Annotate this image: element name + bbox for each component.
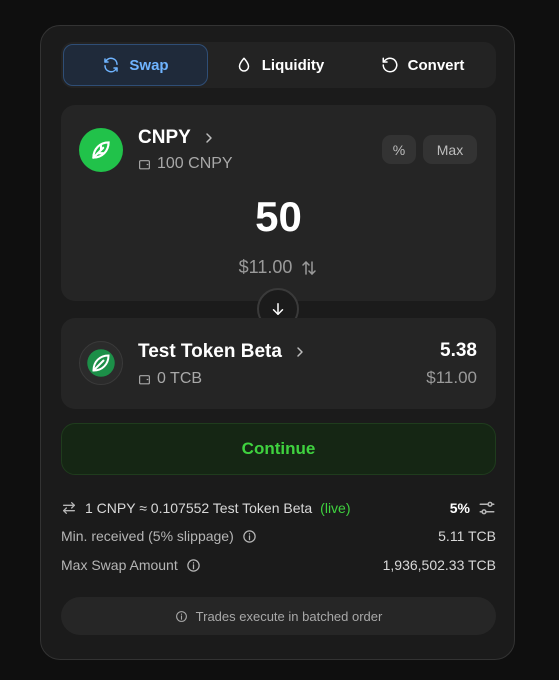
max-button[interactable]: Max: [423, 135, 477, 164]
chevron-right-icon: [292, 344, 308, 360]
toggle-currency-icon[interactable]: [300, 259, 318, 277]
tab-liquidity-label: Liquidity: [261, 56, 325, 74]
from-token-symbol: CNPY: [138, 127, 191, 148]
tcb-logo-icon: [79, 341, 123, 385]
info-icon[interactable]: [186, 558, 201, 573]
min-received-value: 5.11 TCB: [438, 528, 496, 544]
chevron-right-icon: [201, 130, 217, 146]
tab-swap-label: Swap: [129, 56, 169, 74]
max-swap-label: Max Swap Amount: [61, 557, 178, 573]
from-token-selector[interactable]: CNPY: [138, 127, 217, 149]
continue-button[interactable]: Continue: [61, 423, 496, 475]
tab-convert[interactable]: Convert: [351, 44, 494, 86]
to-token-panel: Test Token Beta 0 TCB 5.38 $11.00: [61, 318, 496, 409]
exchange-rate: 1 CNPY ≈ 0.107552 Test Token Beta: [85, 500, 313, 516]
percent-button[interactable]: %: [382, 135, 416, 164]
rotate-ccw-icon: [382, 57, 398, 73]
min-received-label: Min. received (5% slippage): [61, 528, 234, 544]
batched-order-text: Trades execute in batched order: [195, 608, 383, 624]
to-balance-text: 0 TCB: [157, 370, 203, 387]
slippage-settings[interactable]: 5%: [450, 499, 496, 517]
tab-swap[interactable]: Swap: [63, 44, 208, 86]
tab-convert-label: Convert: [407, 56, 465, 74]
min-received-row: Min. received (5% slippage) 5.11 TCB: [61, 528, 496, 544]
refresh-icon: [104, 57, 119, 73]
from-amount-input[interactable]: 50: [61, 193, 496, 241]
from-balance-text: 100 CNPY: [157, 155, 233, 172]
arrow-down-icon: [272, 303, 284, 315]
info-icon: [175, 610, 187, 622]
from-token-balance: 100 CNPY: [138, 155, 233, 173]
mode-tabs: Swap Liquidity Convert: [61, 42, 496, 88]
exchange-arrows-icon: [63, 502, 75, 514]
to-token-balance: 0 TCB: [138, 370, 202, 388]
sliders-icon: [479, 501, 495, 515]
swap-card: Swap Liquidity Convert CNPY 100 CNPY % M…: [40, 25, 515, 660]
info-icon[interactable]: [242, 529, 257, 544]
to-amount: 5.38: [440, 340, 477, 361]
to-usd-value: $11.00: [426, 368, 477, 387]
cnpy-logo-icon: [79, 128, 123, 172]
wallet-icon: [139, 159, 150, 169]
batched-order-note: Trades execute in batched order: [61, 597, 496, 635]
slippage-value: 5%: [449, 500, 470, 516]
droplet-icon: [238, 57, 249, 72]
from-usd-value: $11.00: [238, 257, 293, 277]
from-token-panel: CNPY 100 CNPY % Max 50 $11.00: [61, 105, 496, 301]
to-token-selector[interactable]: Test Token Beta: [138, 341, 308, 363]
from-usd-row: $11.00: [61, 257, 496, 278]
live-status: (live): [320, 500, 351, 516]
max-swap-row: Max Swap Amount 1,936,502.33 TCB: [61, 557, 496, 573]
max-swap-value: 1,936,502.33 TCB: [382, 557, 496, 573]
rate-row: 1 CNPY ≈ 0.107552 Test Token Beta (live)…: [61, 499, 496, 517]
to-token-name: Test Token Beta: [138, 341, 282, 362]
tab-liquidity[interactable]: Liquidity: [208, 44, 351, 86]
wallet-icon: [139, 374, 150, 384]
